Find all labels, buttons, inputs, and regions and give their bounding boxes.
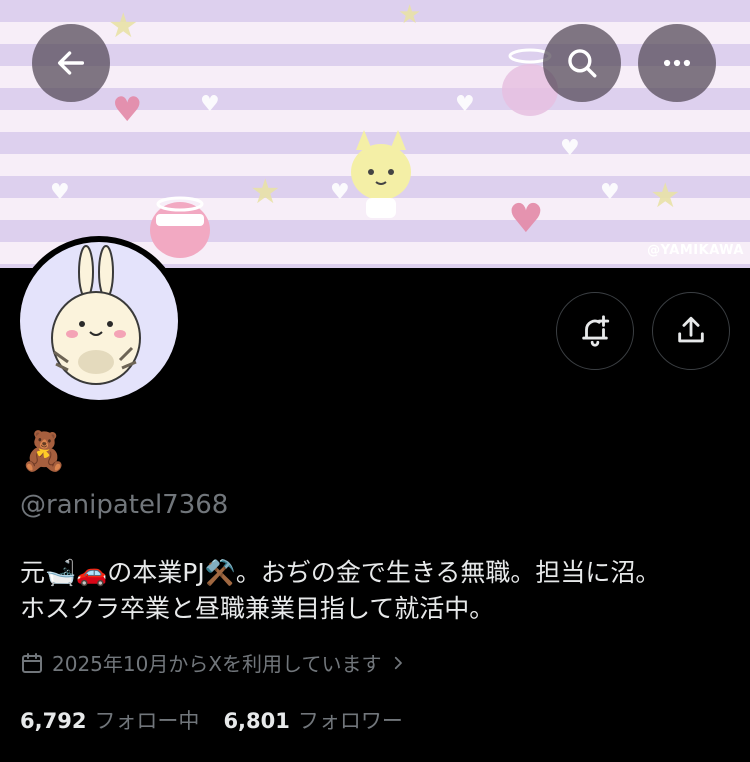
star-decoration: ★ — [108, 6, 139, 46]
following-count[interactable]: 6,792 — [20, 709, 86, 733]
chevron-right-icon — [395, 656, 403, 669]
arrow-left-icon — [57, 51, 85, 75]
bio-line: 元🛁🚗の本業PJ⚒️。おぢの金で生きる無職。担当に沼。 — [20, 558, 661, 587]
calendar-icon — [22, 652, 42, 673]
avatar[interactable] — [20, 242, 178, 400]
followers-count[interactable]: 6,801 — [223, 709, 289, 733]
joined-date[interactable]: 2025年10月からXを利用しています — [20, 648, 407, 677]
share-button[interactable] — [652, 292, 730, 370]
bio-line: ホスクラ卒業と昼職兼業目指して就活中。 — [20, 594, 495, 623]
profile-bio: 元🛁🚗の本業PJ⚒️。おぢの金で生きる無職。担当に沼。 ホスクラ卒業と昼職兼業目… — [20, 555, 740, 627]
bunny-avatar-illustration — [51, 245, 141, 385]
star-decoration: ★ — [250, 172, 281, 212]
heart-decoration: ♥ — [200, 92, 220, 117]
followers-label[interactable]: フォロワー — [298, 705, 403, 735]
heart-decoration: ♥ — [600, 180, 620, 205]
star-decoration: ★ — [650, 176, 681, 216]
search-button[interactable] — [543, 24, 621, 102]
following-label[interactable]: フォロー中 — [94, 705, 199, 735]
strawberry-decoration: ♥ — [508, 196, 544, 242]
banner-watermark: @YAMIKAWA — [647, 243, 744, 258]
search-icon — [568, 49, 597, 78]
character-illustration — [351, 130, 411, 218]
star-decoration: ★ — [398, 0, 422, 30]
strawberry-decoration: ♥ — [112, 90, 143, 130]
back-button[interactable] — [32, 24, 110, 102]
bell-plus-icon — [582, 315, 610, 347]
heart-decoration: ♥ — [560, 136, 580, 161]
share-icon — [678, 316, 704, 343]
more-options-button[interactable] — [638, 24, 716, 102]
heart-decoration: ♥ — [455, 92, 475, 117]
notify-button[interactable] — [556, 292, 634, 370]
joined-text: 2025年10月からXを利用しています — [52, 652, 382, 676]
follow-stats: 6,792 フォロー中 6,801 フォロワー — [20, 705, 427, 735]
display-name: 🧸 — [20, 429, 68, 473]
heart-decoration: ♥ — [50, 180, 70, 205]
user-handle: @ranipatel7368 — [20, 490, 229, 520]
profile-banner[interactable]: ★ ★ ★ ★ ♥ ♥ ♥ ♥ ♥ ♥ ♥ ♥ @YAMIKAWA — [0, 0, 750, 268]
more-dots-icon — [663, 59, 691, 67]
